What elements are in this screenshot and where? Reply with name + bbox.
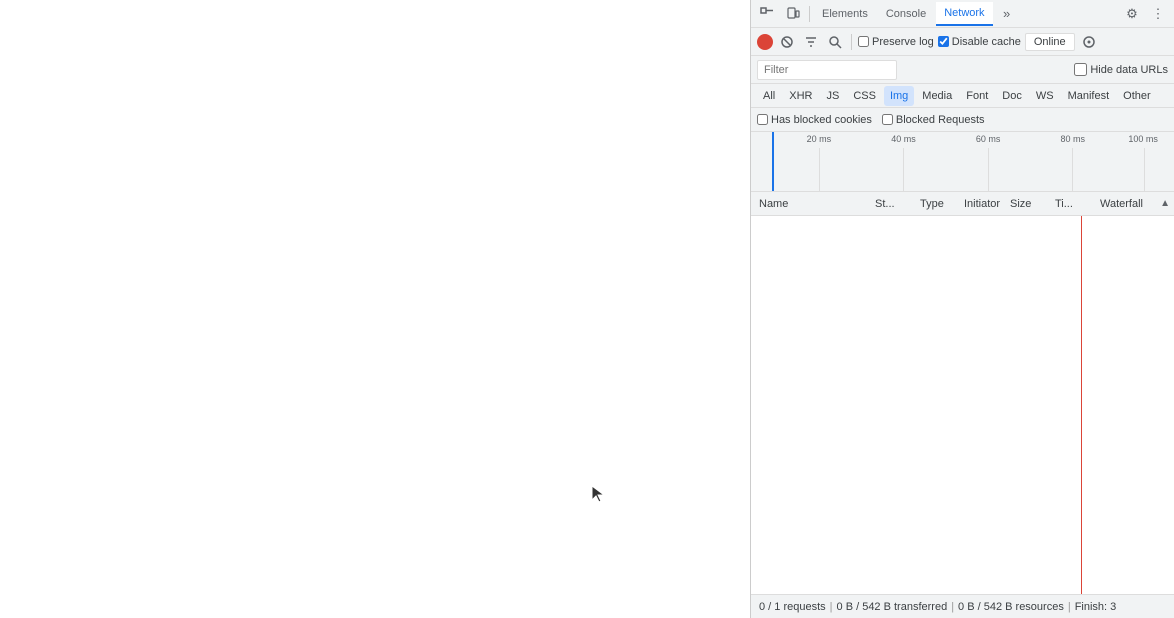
table-body (751, 216, 1174, 594)
type-filter-css[interactable]: CSS (847, 86, 882, 106)
has-blocked-cookies-label[interactable]: Has blocked cookies (757, 114, 872, 126)
hide-data-urls-label[interactable]: Hide data URLs (1074, 63, 1168, 76)
toolbar-separator-1 (809, 6, 810, 22)
type-filter-js[interactable]: JS (820, 86, 845, 106)
type-filter-media[interactable]: Media (916, 86, 958, 106)
col-header-type[interactable]: Type (916, 198, 960, 210)
cursor (590, 484, 600, 498)
throttle-settings-button[interactable] (1079, 32, 1099, 52)
col-header-name[interactable]: Name (751, 198, 871, 210)
timeline-label-20: 20 ms (807, 134, 832, 144)
toolbar-separator-2 (851, 34, 852, 50)
timeline-label-80: 80 ms (1060, 134, 1085, 144)
col-header-waterfall[interactable]: Waterfall ▲ (1096, 198, 1174, 210)
type-filter-all[interactable]: All (757, 86, 781, 106)
status-bar: 0 / 1 requests | 0 B / 542 B transferred… (751, 594, 1174, 618)
type-filter-row: All XHR JS CSS Img Media Font Doc WS Man… (751, 84, 1174, 108)
hide-data-urls-checkbox[interactable] (1074, 63, 1087, 76)
settings-button[interactable]: ⚙ (1120, 2, 1144, 26)
waterfall-timeline: 20 ms 40 ms 60 ms 80 ms 100 ms (751, 132, 1174, 192)
has-blocked-cookies-checkbox[interactable] (757, 114, 768, 125)
timeline-label-40: 40 ms (891, 134, 916, 144)
red-marker-line (1081, 216, 1082, 594)
tab-network[interactable]: Network (936, 2, 992, 26)
preserve-log-checkbox[interactable] (858, 36, 869, 47)
tab-elements[interactable]: Elements (814, 2, 876, 26)
type-filter-ws[interactable]: WS (1030, 86, 1060, 106)
type-filter-other[interactable]: Other (1117, 86, 1157, 106)
devtools-toolbar: Elements Console Network » ⚙ ⋮ (751, 0, 1174, 28)
col-header-size[interactable]: Size (1006, 198, 1051, 210)
timeline-label-60: 60 ms (976, 134, 1001, 144)
search-button[interactable] (825, 32, 845, 52)
finish-time: Finish: 3 (1075, 601, 1117, 613)
grid-line-100 (1144, 148, 1145, 191)
device-toolbar-button[interactable] (781, 2, 805, 26)
filter-row: Hide data URLs (751, 56, 1174, 84)
clear-button[interactable] (777, 32, 797, 52)
transferred-size: 0 B / 542 B transferred (837, 601, 948, 613)
grid-line-60 (988, 148, 989, 191)
inspect-element-button[interactable] (755, 2, 779, 26)
col-header-status[interactable]: St... (871, 198, 916, 210)
main-content (0, 0, 750, 618)
table-header: Name St... Type Initiator Size Ti... Wat… (751, 192, 1174, 216)
disable-cache-label[interactable]: Disable cache (938, 36, 1021, 48)
requests-count: 0 / 1 requests (759, 601, 826, 613)
filter-input[interactable] (757, 60, 897, 80)
cookie-filter-row: Has blocked cookies Blocked Requests (751, 108, 1174, 132)
grid-line-20 (819, 148, 820, 191)
grid-line-40 (903, 148, 904, 191)
tab-console[interactable]: Console (878, 2, 934, 26)
dom-content-loaded-line (772, 132, 774, 191)
online-button[interactable]: Online (1025, 33, 1075, 51)
customize-button[interactable]: ⋮ (1146, 2, 1170, 26)
type-filter-doc[interactable]: Doc (996, 86, 1028, 106)
network-toolbar-controls: Preserve log Disable cache Online (751, 28, 1174, 56)
sort-arrow-icon: ▲ (1160, 198, 1170, 209)
filter-toggle-button[interactable] (801, 32, 821, 52)
timeline-label-100: 100 ms (1128, 134, 1158, 144)
type-filter-manifest[interactable]: Manifest (1062, 86, 1116, 106)
col-header-initiator[interactable]: Initiator (960, 198, 1006, 210)
type-filter-xhr[interactable]: XHR (783, 86, 818, 106)
toolbar-right-icons: ⚙ ⋮ (1120, 2, 1170, 26)
resources-size: 0 B / 542 B resources (958, 601, 1064, 613)
disable-cache-checkbox[interactable] (938, 36, 949, 47)
type-filter-font[interactable]: Font (960, 86, 994, 106)
record-button[interactable] (757, 34, 773, 50)
preserve-log-label[interactable]: Preserve log (858, 36, 934, 48)
devtools-panel: Elements Console Network » ⚙ ⋮ Preserve … (750, 0, 1174, 618)
blocked-requests-label[interactable]: Blocked Requests (882, 114, 985, 126)
grid-line-80 (1072, 148, 1073, 191)
col-header-time[interactable]: Ti... (1051, 198, 1096, 210)
more-tabs-button[interactable]: » (995, 2, 1019, 26)
type-filter-img[interactable]: Img (884, 86, 914, 106)
blocked-requests-checkbox[interactable] (882, 114, 893, 125)
